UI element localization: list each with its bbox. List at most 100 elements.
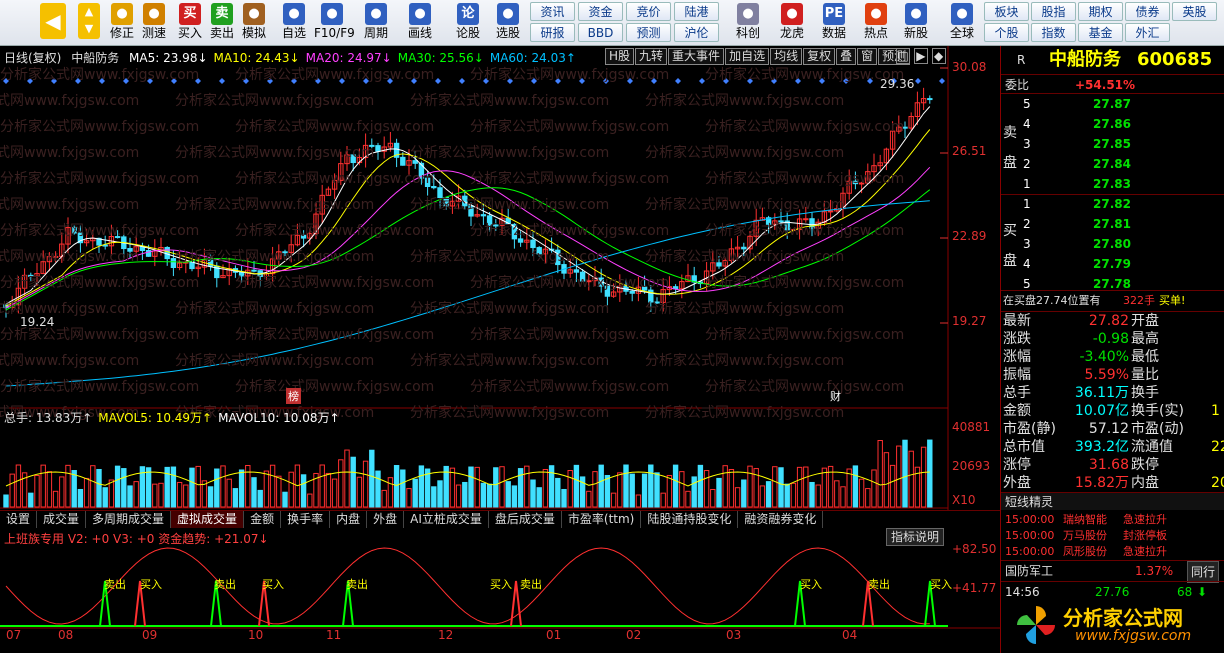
up-down-button[interactable]: ▲ ▼: [76, 2, 102, 44]
event-marker-list[interactable]: 榜: [286, 388, 301, 404]
indicator-tab[interactable]: 外盘: [367, 511, 405, 528]
chart-option-button[interactable]: 均线: [770, 48, 803, 65]
stat-row: 涨跌 -0.98 最高: [1001, 330, 1224, 348]
short-elf-row[interactable]: 15:00:00 瑞纳智能 急速拉升: [1001, 512, 1224, 528]
indicator-tab[interactable]: 陆股通持股变化: [641, 511, 739, 528]
toolbar-sell-button[interactable]: 卖卖出: [204, 2, 240, 44]
event-marker-finance[interactable]: 财: [830, 388, 841, 404]
volume-bar: [34, 474, 40, 508]
indicator-tab[interactable]: 设置: [0, 511, 38, 528]
month-label: 10: [248, 628, 264, 642]
toolbar-new-stock-button[interactable]: ● 新股: [898, 2, 934, 44]
indicator-tab[interactable]: 换手率: [281, 511, 331, 528]
toolbar-clock-button[interactable]: ● 测速: [136, 2, 172, 44]
menu-grid-button[interactable]: 期权: [1078, 2, 1123, 21]
volume-bar: [437, 480, 443, 508]
volume-bar: [170, 466, 177, 508]
volume-bar: [319, 464, 325, 508]
toolbar-dragon-button[interactable]: ● 龙虎: [774, 2, 810, 44]
volume-bar: [573, 464, 580, 508]
menu-grid-button[interactable]: 竞价: [626, 2, 671, 21]
indicator-tab[interactable]: 融资融券变化: [738, 511, 824, 528]
volume-bar: [121, 468, 127, 508]
event-diamond: [459, 78, 465, 84]
menu-grid-button[interactable]: 个股: [984, 23, 1029, 42]
toolbar-cycle-button[interactable]: ● 周期: [358, 2, 394, 44]
menu-grid-button[interactable]: 英股: [1172, 2, 1217, 21]
short-elf-row[interactable]: 15:00:00 凤形股份 急速拉升: [1001, 544, 1224, 560]
volume-bar: [387, 477, 394, 508]
indicator-tab[interactable]: 金额: [244, 511, 282, 528]
indicator-tab[interactable]: 盘后成交量: [489, 511, 562, 528]
stat-row: 市盈(静) 57.12 市盈(动): [1001, 420, 1224, 438]
kline-chart-area[interactable]: 分析家公式网www.fxjgsw.com 分析家公式网www.fxjgsw.com…: [0, 46, 1000, 653]
volume-bar: [462, 481, 468, 508]
sector-name[interactable]: 国防军工: [1005, 561, 1053, 581]
stat-label: 流通值: [1131, 439, 1173, 455]
toolbar-discuss-button[interactable]: 论论股: [450, 2, 486, 44]
volume-bar: [896, 445, 902, 508]
chart-option-button[interactable]: 加自选: [725, 48, 770, 65]
high-price-label: 29.36: [880, 77, 915, 91]
menu-grid-button[interactable]: 股指: [1031, 2, 1076, 21]
menu-grid-button[interactable]: 指数: [1031, 23, 1076, 42]
menu-grid-button[interactable]: 陆港: [674, 2, 719, 21]
toolbar-buy-button[interactable]: 买买入: [172, 2, 208, 44]
menu-grid-button[interactable]: 预测: [626, 23, 671, 42]
menu-grid-button[interactable]: 资金: [578, 2, 623, 21]
toolbar-pencil-button[interactable]: ● 画线: [402, 2, 438, 44]
event-diamond: [219, 78, 225, 84]
chart-option-button[interactable]: 重大事件: [668, 48, 725, 65]
toolbar-hammer-button[interactable]: ● 模拟: [236, 2, 272, 44]
chart-option-button[interactable]: 九转: [635, 48, 668, 65]
lock-icon[interactable]: □: [896, 48, 910, 64]
level-number: 2: [1023, 217, 1031, 231]
indicator-tab[interactable]: 虚拟成交量: [171, 511, 245, 528]
short-elf-row[interactable]: 15:00:00 万马股份 封涨停板: [1001, 528, 1224, 544]
volume-bar: [455, 484, 462, 508]
toolbar-globe-button[interactable]: ● 全球: [944, 2, 980, 44]
arrow-right-icon[interactable]: ▶: [913, 48, 928, 64]
month-label: 04: [842, 628, 858, 642]
toolbar-f10-button[interactable]: ● F10/F9: [314, 2, 355, 44]
menu-grid-button[interactable]: 外汇: [1125, 23, 1170, 42]
toolbar-history-button[interactable]: ● 修正: [104, 2, 140, 44]
chart-option-button[interactable]: H股: [605, 48, 635, 65]
main-toolbar: ◀ ▲ ▼ ● 修正 ● 测速买买入卖卖出 ● 模拟 ● 自选 ● F10/F9 ● 周期 ● 画线论论股 ●…: [0, 0, 1224, 46]
menu-grid-button[interactable]: BBD: [578, 23, 623, 42]
menu-grid-button[interactable]: 债券: [1125, 2, 1170, 21]
chart-option-button[interactable]: 叠: [836, 48, 857, 65]
peer-button[interactable]: 同行: [1187, 561, 1220, 583]
toolbar-button-label: 买入: [177, 26, 202, 40]
menu-grid-button[interactable]: 基金: [1078, 23, 1123, 42]
indicator-tab[interactable]: 成交量: [37, 511, 87, 528]
volume-bar: [3, 494, 9, 508]
ask-row: 4 27.86: [1001, 114, 1224, 134]
chart-option-button[interactable]: 窗: [857, 48, 878, 65]
volume-bar: [114, 465, 121, 508]
volume-bar: [716, 477, 722, 508]
price-axis-label: 22.89: [952, 229, 987, 243]
toolbar-select-button[interactable]: ● 选股: [490, 2, 526, 44]
short-elf-header[interactable]: 短线精灵: [1001, 492, 1224, 510]
indicator-tab[interactable]: 市盈率(ttm): [562, 511, 642, 528]
indicator-tab[interactable]: 内盘: [330, 511, 368, 528]
indicator-tab[interactable]: AI立桩成交量: [404, 511, 489, 528]
watermark-text: 分析家公式网www.fxjgsw.com: [645, 93, 845, 109]
toolbar-fire-button[interactable]: ● 热点: [858, 2, 894, 44]
expand-icon[interactable]: ◆: [931, 48, 946, 64]
toolbar-star-button[interactable]: ● 自选: [276, 2, 312, 44]
toolbar-star-board-button[interactable]: ● 科创: [730, 2, 766, 44]
menu-grid-button[interactable]: 研报: [530, 23, 575, 42]
menu-grid-button[interactable]: 资讯: [530, 2, 575, 21]
menu-grid-button[interactable]: 板块: [984, 2, 1029, 21]
clock-icon: ●: [143, 3, 165, 25]
chart-option-button[interactable]: 复权: [803, 48, 836, 65]
toolbar-pe-button[interactable]: PE 数据: [816, 2, 852, 44]
indicator-help-button[interactable]: 指标说明: [886, 528, 945, 546]
volume-bar: [406, 488, 412, 508]
month-label: 08: [58, 628, 74, 642]
indicator-tab[interactable]: 多周期成交量: [86, 511, 172, 528]
menu-grid-button[interactable]: 沪伦: [674, 23, 719, 42]
back-button[interactable]: ◀: [38, 2, 68, 44]
